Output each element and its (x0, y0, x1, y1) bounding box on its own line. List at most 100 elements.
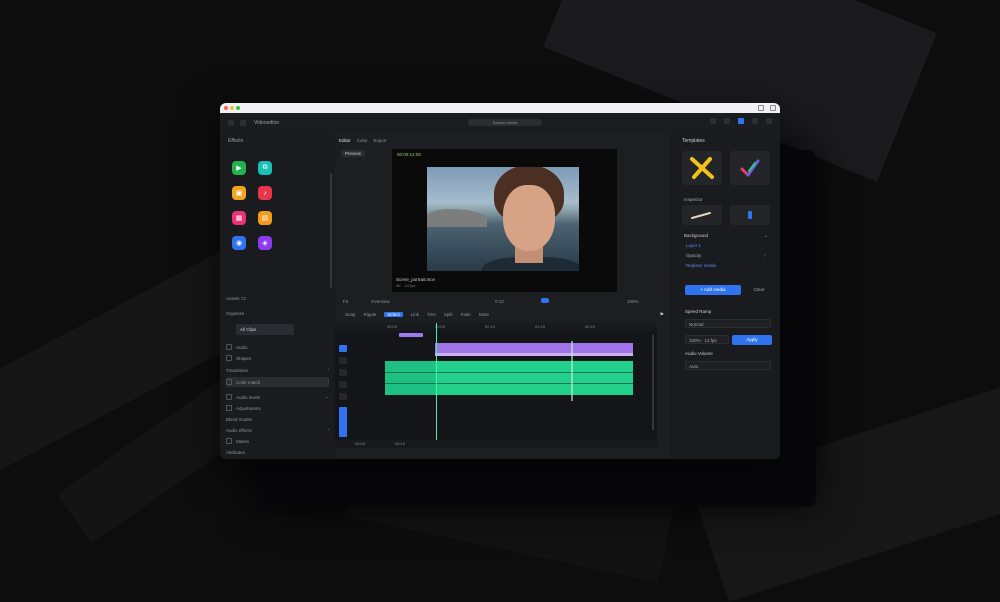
list-item-label: Audio levels (236, 394, 261, 400)
all-clips-button[interactable]: All Clips (236, 324, 294, 335)
list-item-selected[interactable]: Color match › (226, 377, 329, 387)
tab-editor[interactable]: Editor (339, 138, 351, 143)
left-panel: Effects ▶ ⧉ ▣ ♪ ▦ ▤ ◉ ◈ Assets 72 Organize All … (220, 133, 335, 459)
share-icon[interactable] (758, 105, 764, 111)
eye-icon[interactable] (339, 381, 347, 388)
list-item-label: Color match (236, 379, 261, 385)
list-item[interactable]: Attributes (226, 447, 329, 457)
chevron-down-icon: ⌄ (324, 394, 329, 400)
list-item[interactable]: Masks (226, 436, 329, 446)
list-item[interactable]: Transitions › (226, 365, 329, 375)
replace-link[interactable]: Replace media (686, 263, 716, 268)
right-panel: Templates Inspector Background ⌄ Layer 1… (670, 133, 780, 459)
monitor-icon[interactable] (710, 118, 716, 124)
tool-link[interactable]: Link (411, 312, 419, 317)
audio-volume-heading: Audio Volume (685, 351, 713, 356)
menu-icon[interactable] (228, 120, 234, 126)
tabs-icon[interactable] (770, 105, 776, 111)
preview-label[interactable]: Preview (341, 150, 366, 157)
fit-button[interactable]: Fit (343, 299, 348, 304)
list-item[interactable]: Blend modes (226, 414, 329, 424)
audio-track-icon[interactable] (339, 369, 347, 376)
section-label: Organize (226, 310, 245, 316)
list-item[interactable]: Adjustments (226, 403, 329, 413)
chevron-icon: › (327, 427, 329, 433)
wand-icon (691, 212, 711, 219)
in-point-marker[interactable] (399, 333, 423, 337)
track-selector[interactable] (339, 407, 347, 437)
fps-field[interactable]: 100% · 12 fps (685, 335, 729, 344)
list-item[interactable]: Audio levels ⌄ (226, 392, 329, 402)
app-icon[interactable]: ◈ (258, 236, 272, 250)
lock-icon[interactable] (339, 357, 347, 364)
tool-snap[interactable]: Snap (345, 312, 356, 317)
tool-tile[interactable] (682, 205, 722, 225)
tool-ripple[interactable]: Ripple (364, 312, 377, 317)
app-icon[interactable]: ▣ (232, 186, 246, 200)
layout-icon[interactable] (240, 120, 246, 126)
volume-select[interactable]: Auto (685, 361, 771, 370)
transport-bar: Fit Overview 0:12 100% (335, 296, 670, 306)
record-button[interactable] (541, 298, 549, 303)
tab-color[interactable]: Color (357, 138, 368, 143)
app-icon[interactable]: ▶ (232, 161, 246, 175)
timeline[interactable]: 00:00 00:05 00:10 00:15 00:20 00:00 00:1… (335, 323, 657, 448)
scrollbar[interactable] (330, 173, 332, 288)
template-tile[interactable] (682, 151, 722, 185)
photo-shape (503, 185, 555, 251)
list-item-label: Adjustments (236, 405, 261, 411)
clip-info: 4K · 24 fps (396, 283, 416, 288)
minimize-dot[interactable] (230, 106, 234, 110)
mute-icon[interactable] (339, 393, 347, 400)
help-icon[interactable] (724, 118, 730, 124)
view-tabs: Editor Color Export (339, 135, 666, 145)
list-item[interactable]: Shapes (226, 353, 329, 363)
tool-trim[interactable]: Trim (427, 312, 436, 317)
maximize-dot[interactable] (236, 106, 240, 110)
zoom-level[interactable]: 100% (627, 299, 639, 304)
clip-marker[interactable] (571, 341, 573, 401)
list-item[interactable]: Audio effects › (226, 425, 329, 435)
tool-select[interactable]: Select (384, 311, 403, 317)
avatar[interactable] (738, 118, 744, 124)
close-icon[interactable] (766, 118, 772, 124)
template-tile[interactable] (730, 151, 770, 185)
video-viewer[interactable]: 00:00:12:08 Scene_portrait.mov 4K · 24 f… (392, 149, 617, 292)
audio-clip-lead[interactable] (385, 361, 435, 395)
chevron-down-icon[interactable]: ⌄ (764, 233, 768, 239)
list-item[interactable]: Audio (226, 342, 329, 352)
timeline-toolbar: Snap Ripple Select Link Trim Split Fade … (335, 309, 670, 319)
app-icon[interactable]: ▤ (258, 211, 272, 225)
play-icon[interactable]: ▶ (661, 311, 664, 317)
footer-time: 00:00 (355, 441, 366, 446)
chevron-right-icon[interactable]: › (764, 253, 766, 259)
add-media-button[interactable]: + Add media (685, 285, 741, 295)
timeline-scrollbar[interactable] (652, 335, 654, 430)
list-item-label: Audio (236, 344, 248, 350)
tool-split[interactable]: Split (444, 312, 453, 317)
settings-icon[interactable] (752, 118, 758, 124)
timeline-footer: 00:00 00:15 (335, 440, 657, 448)
section-label: Assets 72 (226, 295, 246, 301)
app-icon[interactable]: ◉ (232, 236, 246, 250)
tab-export[interactable]: Export (374, 138, 387, 143)
overview-button[interactable]: Overview (371, 299, 390, 304)
app-icon[interactable]: ♪ (258, 186, 272, 200)
video-track-icon[interactable] (339, 345, 347, 352)
close-dot[interactable] (224, 106, 228, 110)
app-icon[interactable]: ▦ (232, 211, 246, 225)
tool-tile[interactable] (730, 205, 770, 225)
audio-clip[interactable] (435, 361, 633, 395)
tool-mute[interactable]: Mute (479, 312, 489, 317)
app-icon[interactable]: ⧉ (258, 161, 272, 175)
tool-fade[interactable]: Fade (461, 312, 471, 317)
center-panel: Editor Color Export Preview 00:00:12:08 … (335, 133, 670, 459)
search-input[interactable]: Search media (468, 119, 542, 126)
track-divider (385, 383, 633, 384)
playhead[interactable] (436, 323, 437, 448)
layer-link[interactable]: Layer 1 (686, 243, 701, 248)
app-window: Videoeditor Search media Effects ▶ ⧉ ▣ ♪ ▦ ▤ ◉… (220, 103, 780, 459)
apply-button[interactable]: Apply (732, 335, 772, 345)
clear-button[interactable]: Clear (746, 285, 772, 295)
speed-select[interactable]: Normal (685, 319, 771, 328)
